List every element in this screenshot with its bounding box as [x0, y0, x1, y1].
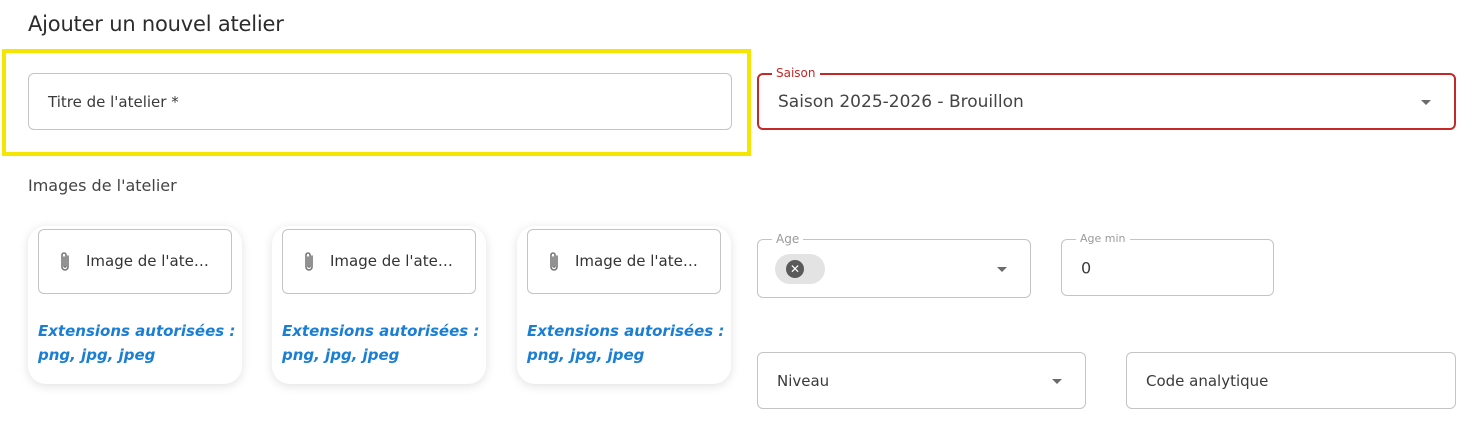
allowed-extensions: Extensions autorisées : png, jpg, jpeg: [38, 319, 238, 367]
image-upload-button-3[interactable]: Image de l'atelier: [527, 229, 721, 294]
season-label: Saison: [772, 65, 820, 81]
chevron-down-icon: [1421, 99, 1431, 105]
analytic-code-field[interactable]: Code analytique: [1126, 352, 1456, 409]
allowed-extensions: Extensions autorisées : png, jpg, jpeg: [282, 319, 482, 367]
workshop-title-field[interactable]: Titre de l'atelier *: [28, 73, 732, 130]
paperclip-icon: [305, 252, 313, 271]
age-min-value: 0: [1081, 258, 1092, 277]
age-min-label: Age min: [1076, 231, 1130, 247]
level-placeholder: Niveau: [777, 371, 830, 390]
workshop-title-placeholder: Titre de l'atelier *: [48, 92, 179, 111]
age-min-field[interactable]: Age min 0: [1061, 231, 1274, 296]
add-workshop-form: Ajouter un nouvel atelier Titre de l'ate…: [0, 0, 1471, 423]
age-select[interactable]: Age ✕: [757, 231, 1031, 298]
extensions-list: png, jpg, jpeg: [38, 346, 156, 364]
images-section-label: Images de l'atelier: [28, 176, 177, 195]
image-upload-card-1: Image de l'atelier Extensions autorisées…: [28, 226, 242, 384]
image-upload-card-3: Image de l'atelier Extensions autorisées…: [517, 226, 731, 384]
level-select[interactable]: Niveau: [757, 352, 1086, 409]
image-upload-label: Image de l'atelier: [330, 252, 456, 270]
image-upload-button-1[interactable]: Image de l'atelier: [38, 229, 232, 294]
chevron-down-icon: [997, 266, 1007, 272]
page-title: Ajouter un nouvel atelier: [28, 12, 284, 36]
extensions-title: Extensions autorisées :: [38, 322, 236, 340]
extensions-list: png, jpg, jpeg: [527, 346, 645, 364]
extensions-list: png, jpg, jpeg: [282, 346, 400, 364]
chevron-down-icon: [1052, 378, 1062, 384]
extensions-title: Extensions autorisées :: [527, 322, 725, 340]
extensions-title: Extensions autorisées :: [282, 322, 480, 340]
paperclip-icon: [61, 252, 69, 271]
season-value: Saison 2025-2026 - Brouillon: [778, 91, 1024, 112]
age-chip[interactable]: ✕: [775, 254, 825, 284]
image-upload-card-2: Image de l'atelier Extensions autorisées…: [272, 226, 486, 384]
image-upload-label: Image de l'atelier: [86, 252, 212, 270]
image-upload-label: Image de l'atelier: [575, 252, 701, 270]
image-upload-button-2[interactable]: Image de l'atelier: [282, 229, 476, 294]
age-label: Age: [772, 231, 804, 247]
close-icon[interactable]: ✕: [786, 260, 804, 278]
allowed-extensions: Extensions autorisées : png, jpg, jpeg: [527, 319, 727, 367]
season-select[interactable]: Saison Saison 2025-2026 - Brouillon: [757, 65, 1456, 130]
analytic-code-placeholder: Code analytique: [1146, 371, 1269, 390]
paperclip-icon: [550, 252, 558, 271]
